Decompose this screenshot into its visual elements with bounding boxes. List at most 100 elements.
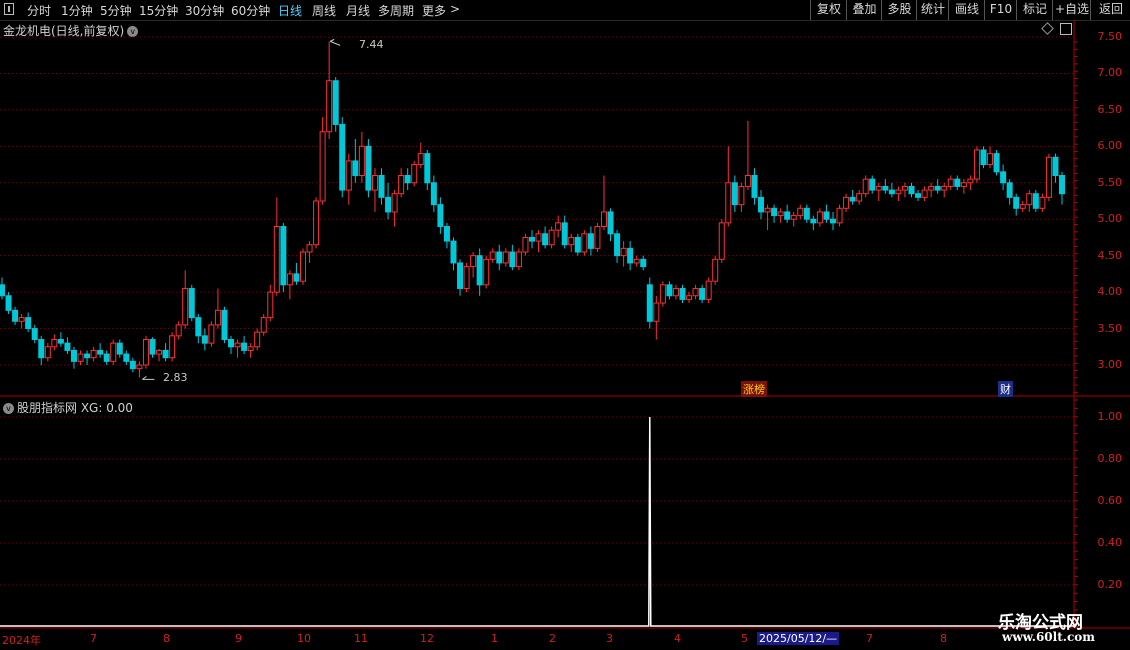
period-tab[interactable]: 5分钟 [100,2,132,19]
candle-body [947,178,954,187]
chevron-down-icon[interactable]: v [127,26,139,37]
candle-body [790,215,797,220]
candle-body [705,280,712,300]
candle-body [980,149,987,166]
period-tab[interactable]: 分时 [27,2,51,19]
candle-body [18,317,25,322]
indicator-axis-label: 0.20 [1097,578,1123,591]
toolbar-button[interactable]: +自选 [1052,0,1091,20]
candle-body [175,324,182,337]
candle-body [260,317,267,333]
date-axis-label: 7 [90,632,97,645]
period-tab[interactable]: 日线 [278,2,302,19]
cai-tag[interactable]: 财 [998,381,1013,397]
candle-body [208,324,215,344]
toolbar-button[interactable]: 画线 [948,0,985,20]
indicator-label: 股朋指标网 XG: 0.00 [17,401,133,415]
candle-body [901,185,908,191]
candle-body [273,226,280,293]
diamond-icon[interactable] [1041,22,1054,35]
chevron-right-icon[interactable]: > [450,2,460,16]
toolbar-button[interactable]: F10 [984,0,1017,20]
candle-body [443,226,450,242]
candle-body [542,233,549,246]
candle-body [1006,182,1013,198]
candle-body [875,185,882,191]
toolbar-button[interactable]: 返回 [1090,0,1130,20]
candle-body [744,174,751,187]
period-tab[interactable]: 多周期 [378,2,414,19]
candle-body [228,338,235,348]
candle-body [149,338,156,355]
candle-body [816,211,823,224]
candle-body [849,196,856,202]
candle-body [1026,193,1033,206]
xg-signal-line [0,416,1074,627]
candle-body [1045,156,1052,198]
kline-chart[interactable] [0,0,1130,650]
candle-body [162,349,169,359]
candle-body [12,309,19,322]
price-axis-label: 6.00 [1097,139,1123,153]
stock-title: 金龙机电(日线,前复权) [3,24,125,38]
candle-body [313,200,320,246]
chevron-down-icon[interactable]: v [3,403,14,414]
indicator-axis-label: 1.00 [1097,410,1123,423]
candle-body [339,123,346,191]
candle-body [692,287,699,297]
indicator-axis-label: 0.80 [1097,452,1123,465]
candle-body [326,80,333,133]
candle-body [515,251,522,268]
price-axis-label: 7.00 [1097,66,1123,80]
date-axis-label: 4 [674,632,681,645]
toolbar-button[interactable]: 标记 [1016,0,1053,20]
date-axis-label: 2025/05/12/— [757,632,840,645]
period-tab[interactable]: 30分钟 [185,2,224,19]
period-tab[interactable]: 60分钟 [231,2,270,19]
candle-body [587,233,594,249]
date-axis-label: 2 [549,632,556,645]
candle-body [535,233,542,242]
toolbar-button[interactable]: 统计 [916,0,949,20]
indicator-axis-label: 0.60 [1097,494,1123,507]
toolbar-button[interactable]: 叠加 [846,0,882,20]
candle-body [829,218,836,224]
period-tab[interactable]: 月线 [346,2,370,19]
candle-body [509,251,516,268]
candle-body [103,353,110,362]
candle-body [430,182,437,206]
period-tab[interactable]: 更多 [422,2,446,19]
candle-body [496,251,503,264]
panel-toggle-icon[interactable] [1060,23,1072,35]
candle-body [0,284,5,297]
zhangbang-tag[interactable]: 涨榜 [741,381,767,397]
candle-body [84,353,91,359]
candle-body [247,346,254,351]
candle-body [1013,196,1020,209]
candle-body [142,338,149,366]
candle-body [358,145,365,176]
candle-body [371,174,378,191]
candle-body [862,178,869,195]
candle-body [659,284,666,304]
candle-body [600,211,607,228]
candle-body [214,309,221,326]
candle-body [201,335,208,344]
toolbar-button[interactable]: 复权 [810,0,847,20]
candle-body [973,149,980,180]
date-axis-label: 10 [297,632,311,645]
candle-body [548,229,555,246]
candle-body [731,182,738,206]
candle-body [987,153,994,166]
period-tab[interactable]: 1分钟 [61,2,93,19]
price-axis-label: 4.50 [1097,248,1123,262]
candle-body [718,222,725,260]
period-tab[interactable]: 周线 [312,2,336,19]
price-axis-label: 3.00 [1097,358,1123,371]
toolbar-button[interactable]: 多股 [881,0,917,20]
candle-body [653,302,660,322]
candle-body [110,342,117,362]
sidebar-toggle-icon[interactable] [4,3,14,15]
candle-body [1019,204,1026,209]
period-tab[interactable]: 15分钟 [139,2,178,19]
